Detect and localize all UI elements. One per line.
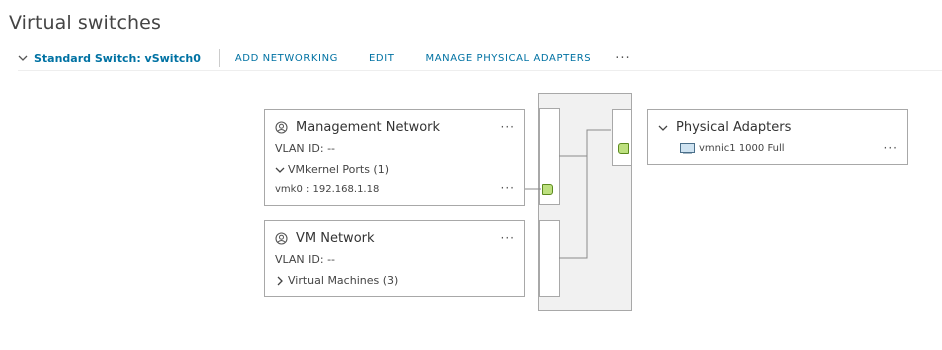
adapter-label: vmnic1 1000 Full bbox=[699, 143, 785, 154]
uplink-port-indicator[interactable] bbox=[618, 143, 629, 154]
vmk0-port-indicator[interactable] bbox=[542, 184, 553, 195]
chevron-down-icon bbox=[658, 125, 668, 131]
physical-adapters-panel: Physical Adapters vmnic1 1000 Full ··· bbox=[647, 109, 908, 165]
vmnic1-more-button[interactable]: ··· bbox=[884, 141, 898, 155]
physical-adapters-title: Physical Adapters bbox=[676, 120, 792, 135]
nic-icon bbox=[680, 143, 695, 154]
physical-adapters-toggle[interactable]: Physical Adapters bbox=[658, 120, 791, 135]
vmnic1-adapter[interactable]: vmnic1 1000 Full bbox=[680, 143, 785, 154]
switch-wiring bbox=[525, 129, 611, 259]
